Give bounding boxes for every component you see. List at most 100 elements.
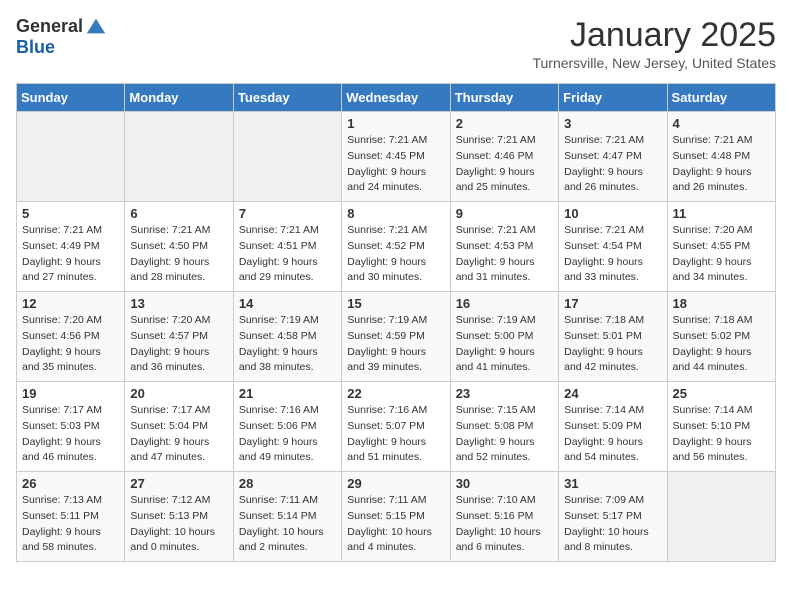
header-cell-friday: Friday bbox=[559, 84, 667, 112]
day-info: Sunrise: 7:13 AM Sunset: 5:11 PM Dayligh… bbox=[22, 493, 119, 556]
calendar-cell: 21 Sunrise: 7:16 AM Sunset: 5:06 PM Dayli… bbox=[233, 382, 341, 472]
header-cell-tuesday: Tuesday bbox=[233, 84, 341, 112]
calendar-cell: 10Sunrise: 7:21 AM Sunset: 4:54 PM Dayli… bbox=[559, 202, 667, 292]
day-info: Sunrise: 7:16 AM Sunset: 5:06 PM Dayligh… bbox=[239, 403, 336, 466]
day-info: Sunrise: 7:15 AM Sunset: 5:08 PM Dayligh… bbox=[456, 403, 553, 466]
day-number: 15 bbox=[347, 296, 444, 311]
day-info: Sunrise: 7:21 AM Sunset: 4:47 PM Dayligh… bbox=[564, 133, 661, 196]
day-info: Sunrise: 7:18 AM Sunset: 5:01 PM Dayligh… bbox=[564, 313, 661, 376]
logo-icon bbox=[85, 16, 107, 38]
calendar-cell: 26 Sunrise: 7:13 AM Sunset: 5:11 PM Dayli… bbox=[17, 472, 125, 562]
day-number: 28 bbox=[239, 476, 336, 491]
calendar-cell: 14 Sunrise: 7:19 AM Sunset: 4:58 PM Dayli… bbox=[233, 292, 341, 382]
day-number: 8 bbox=[347, 206, 444, 221]
day-info: Sunrise: 7:11 AM Sunset: 5:15 PM Dayligh… bbox=[347, 493, 444, 556]
day-info: Sunrise: 7:21 AM Sunset: 4:48 PM Dayligh… bbox=[673, 133, 770, 196]
calendar-cell: 13Sunrise: 7:20 AM Sunset: 4:57 PM Dayli… bbox=[125, 292, 233, 382]
day-info: Sunrise: 7:14 AM Sunset: 5:09 PM Dayligh… bbox=[564, 403, 661, 466]
day-number: 9 bbox=[456, 206, 553, 221]
day-number: 22 bbox=[347, 386, 444, 401]
day-number: 2 bbox=[456, 116, 553, 131]
day-number: 23 bbox=[456, 386, 553, 401]
calendar-cell: 29 Sunrise: 7:11 AM Sunset: 5:15 PM Dayli… bbox=[342, 472, 450, 562]
logo-general: General bbox=[16, 17, 83, 37]
calendar-header: SundayMondayTuesdayWednesdayThursdayFrid… bbox=[17, 84, 776, 112]
calendar-cell bbox=[17, 112, 125, 202]
calendar-cell: 28Sunrise: 7:11 AM Sunset: 5:14 PM Dayli… bbox=[233, 472, 341, 562]
day-info: Sunrise: 7:16 AM Sunset: 5:07 PM Dayligh… bbox=[347, 403, 444, 466]
day-info: Sunrise: 7:21 AM Sunset: 4:49 PM Dayligh… bbox=[22, 223, 119, 286]
day-info: Sunrise: 7:18 AM Sunset: 5:02 PM Dayligh… bbox=[673, 313, 770, 376]
week-row-4: 19Sunrise: 7:17 AM Sunset: 5:03 PM Dayli… bbox=[17, 382, 776, 472]
day-number: 31 bbox=[564, 476, 661, 491]
header-cell-sunday: Sunday bbox=[17, 84, 125, 112]
title-block: January 2025 Turnersville, New Jersey, U… bbox=[532, 16, 776, 71]
day-info: Sunrise: 7:09 AM Sunset: 5:17 PM Dayligh… bbox=[564, 493, 661, 556]
calendar-cell: 5 Sunrise: 7:21 AM Sunset: 4:49 PM Daylig… bbox=[17, 202, 125, 292]
day-number: 6 bbox=[130, 206, 227, 221]
calendar-cell: 25 Sunrise: 7:14 AM Sunset: 5:10 PM Dayli… bbox=[667, 382, 775, 472]
calendar-cell: 23 Sunrise: 7:15 AM Sunset: 5:08 PM Dayli… bbox=[450, 382, 558, 472]
header-cell-monday: Monday bbox=[125, 84, 233, 112]
week-row-5: 26 Sunrise: 7:13 AM Sunset: 5:11 PM Dayli… bbox=[17, 472, 776, 562]
day-number: 17 bbox=[564, 296, 661, 311]
day-number: 25 bbox=[673, 386, 770, 401]
day-number: 7 bbox=[239, 206, 336, 221]
calendar-cell: 16Sunrise: 7:19 AM Sunset: 5:00 PM Dayli… bbox=[450, 292, 558, 382]
day-info: Sunrise: 7:10 AM Sunset: 5:16 PM Dayligh… bbox=[456, 493, 553, 556]
day-number: 24 bbox=[564, 386, 661, 401]
day-number: 12 bbox=[22, 296, 119, 311]
day-info: Sunrise: 7:14 AM Sunset: 5:10 PM Dayligh… bbox=[673, 403, 770, 466]
day-info: Sunrise: 7:21 AM Sunset: 4:53 PM Dayligh… bbox=[456, 223, 553, 286]
calendar-cell: 7Sunrise: 7:21 AM Sunset: 4:51 PM Daylig… bbox=[233, 202, 341, 292]
calendar-cell: 24 Sunrise: 7:14 AM Sunset: 5:09 PM Dayli… bbox=[559, 382, 667, 472]
day-number: 3 bbox=[564, 116, 661, 131]
day-number: 26 bbox=[22, 476, 119, 491]
day-info: Sunrise: 7:21 AM Sunset: 4:46 PM Dayligh… bbox=[456, 133, 553, 196]
page-header: General Blue January 2025 Turnersville, … bbox=[16, 16, 776, 71]
day-info: Sunrise: 7:19 AM Sunset: 4:58 PM Dayligh… bbox=[239, 313, 336, 376]
logo-blue: Blue bbox=[16, 38, 107, 58]
calendar-cell: 18 Sunrise: 7:18 AM Sunset: 5:02 PM Dayli… bbox=[667, 292, 775, 382]
week-row-1: 1 Sunrise: 7:21 AM Sunset: 4:45 PM Daylig… bbox=[17, 112, 776, 202]
day-info: Sunrise: 7:20 AM Sunset: 4:57 PM Dayligh… bbox=[130, 313, 227, 376]
calendar-cell bbox=[125, 112, 233, 202]
day-number: 21 bbox=[239, 386, 336, 401]
calendar-cell: 9 Sunrise: 7:21 AM Sunset: 4:53 PM Daylig… bbox=[450, 202, 558, 292]
day-number: 14 bbox=[239, 296, 336, 311]
day-number: 29 bbox=[347, 476, 444, 491]
calendar-cell bbox=[667, 472, 775, 562]
calendar-cell: 30Sunrise: 7:10 AM Sunset: 5:16 PM Dayli… bbox=[450, 472, 558, 562]
day-number: 19 bbox=[22, 386, 119, 401]
day-number: 16 bbox=[456, 296, 553, 311]
header-cell-wednesday: Wednesday bbox=[342, 84, 450, 112]
logo: General Blue bbox=[16, 16, 107, 58]
week-row-3: 12Sunrise: 7:20 AM Sunset: 4:56 PM Dayli… bbox=[17, 292, 776, 382]
header-row: SundayMondayTuesdayWednesdayThursdayFrid… bbox=[17, 84, 776, 112]
day-info: Sunrise: 7:19 AM Sunset: 4:59 PM Dayligh… bbox=[347, 313, 444, 376]
calendar-location: Turnersville, New Jersey, United States bbox=[532, 55, 776, 71]
calendar-cell: 2 Sunrise: 7:21 AM Sunset: 4:46 PM Daylig… bbox=[450, 112, 558, 202]
calendar-title: January 2025 bbox=[532, 16, 776, 55]
calendar-cell: 15 Sunrise: 7:19 AM Sunset: 4:59 PM Dayli… bbox=[342, 292, 450, 382]
calendar-cell: 8Sunrise: 7:21 AM Sunset: 4:52 PM Daylig… bbox=[342, 202, 450, 292]
day-number: 5 bbox=[22, 206, 119, 221]
calendar-table: SundayMondayTuesdayWednesdayThursdayFrid… bbox=[16, 83, 776, 562]
calendar-body: 1 Sunrise: 7:21 AM Sunset: 4:45 PM Daylig… bbox=[17, 112, 776, 562]
calendar-cell: 22 Sunrise: 7:16 AM Sunset: 5:07 PM Dayli… bbox=[342, 382, 450, 472]
day-info: Sunrise: 7:12 AM Sunset: 5:13 PM Dayligh… bbox=[130, 493, 227, 556]
day-number: 10 bbox=[564, 206, 661, 221]
calendar-cell: 4 Sunrise: 7:21 AM Sunset: 4:48 PM Daylig… bbox=[667, 112, 775, 202]
day-number: 11 bbox=[673, 206, 770, 221]
day-number: 1 bbox=[347, 116, 444, 131]
day-number: 4 bbox=[673, 116, 770, 131]
calendar-cell: 3 Sunrise: 7:21 AM Sunset: 4:47 PM Daylig… bbox=[559, 112, 667, 202]
day-info: Sunrise: 7:21 AM Sunset: 4:45 PM Dayligh… bbox=[347, 133, 444, 196]
header-cell-thursday: Thursday bbox=[450, 84, 558, 112]
calendar-cell: 6Sunrise: 7:21 AM Sunset: 4:50 PM Daylig… bbox=[125, 202, 233, 292]
calendar-cell: 12Sunrise: 7:20 AM Sunset: 4:56 PM Dayli… bbox=[17, 292, 125, 382]
calendar-cell: 1 Sunrise: 7:21 AM Sunset: 4:45 PM Daylig… bbox=[342, 112, 450, 202]
day-number: 27 bbox=[130, 476, 227, 491]
calendar-cell: 20Sunrise: 7:17 AM Sunset: 5:04 PM Dayli… bbox=[125, 382, 233, 472]
day-number: 18 bbox=[673, 296, 770, 311]
